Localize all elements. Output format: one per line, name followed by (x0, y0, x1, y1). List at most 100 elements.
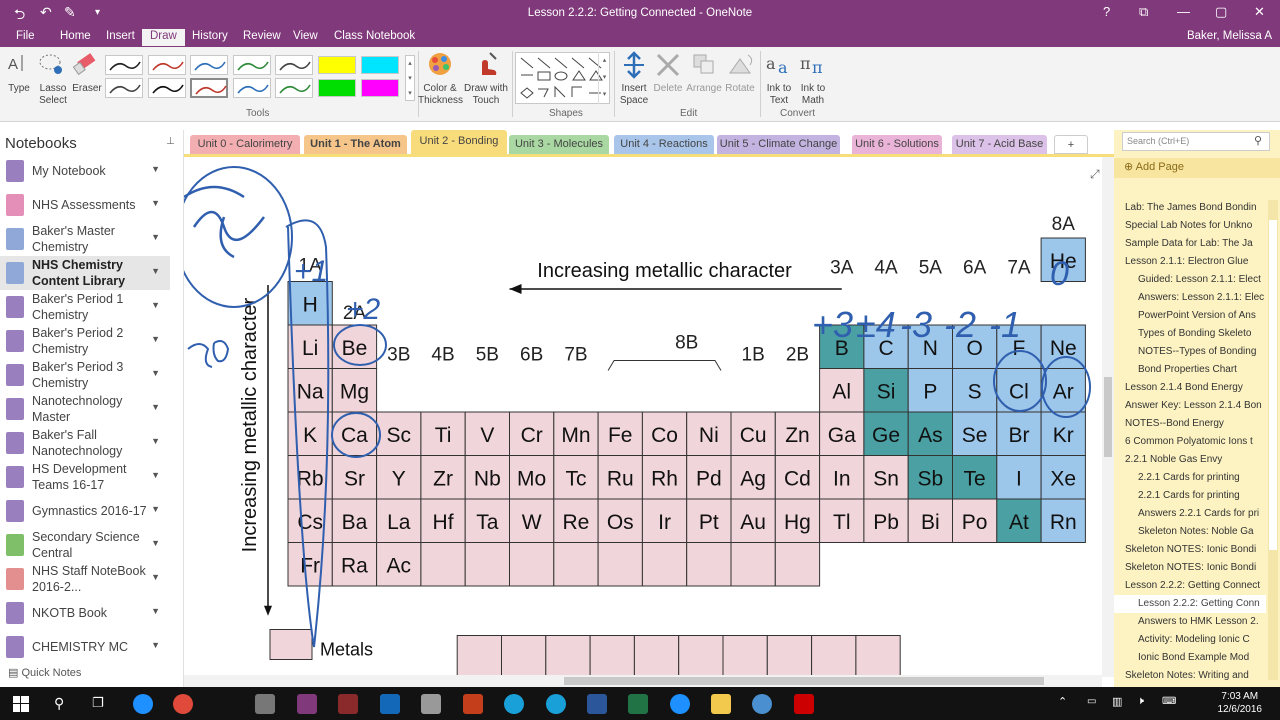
pen-swatch[interactable] (233, 78, 271, 98)
expand-icon[interactable]: ⤢ (1090, 167, 1100, 182)
page-item[interactable]: Sample Data for Lab: The Ja (1114, 235, 1266, 253)
ink-to-math-button[interactable]: ππ Ink to Math (797, 51, 829, 107)
color-thickness-button[interactable]: Color & Thickness (418, 51, 463, 107)
pen-swatch[interactable] (275, 78, 313, 98)
section-tab[interactable]: + (1054, 135, 1088, 154)
notebook-item[interactable]: NHS Staff NoteBook 2016-2... ▼ (0, 562, 170, 596)
pen-swatch[interactable] (190, 78, 228, 98)
page-item[interactable]: Answers: Lesson 2.1.1: Elec (1114, 289, 1266, 307)
page-item[interactable]: Answers 2.2.1 Cards for pri (1114, 505, 1266, 523)
page-item[interactable]: Answer Key: Lesson 2.1.4 Bon (1114, 397, 1266, 415)
page-item[interactable]: 2.2.1 Cards for printing (1114, 487, 1266, 505)
pen-swatch[interactable] (148, 55, 186, 75)
excel-icon[interactable] (628, 694, 648, 714)
menu-insert[interactable]: Insert (106, 30, 135, 42)
help-button[interactable]: ? (1103, 4, 1110, 19)
menu-review[interactable]: Review (243, 30, 281, 42)
page-item[interactable]: Lab: The James Bond Bondin (1114, 199, 1266, 217)
chevron-down-icon[interactable]: ▼ (151, 504, 160, 514)
shapes-gallery[interactable] (515, 52, 610, 104)
chrome-icon[interactable] (173, 694, 193, 714)
tray-chevron-icon[interactable]: ⌃ (1058, 695, 1067, 708)
page-item[interactable]: Activity: Modeling Ionic C (1114, 631, 1266, 649)
notebook-item[interactable]: Secondary Science Central ▼ (0, 528, 170, 562)
type-tool[interactable]: A Type (4, 51, 34, 101)
section-tab[interactable]: Unit 5 - Climate Change (717, 135, 840, 154)
chevron-down-icon[interactable]: ▼ (151, 232, 160, 242)
notebook-item[interactable]: Nanotechnology Master ▼ (0, 392, 170, 426)
media-icon[interactable] (338, 694, 358, 714)
notebook-item[interactable]: Baker's Period 2 Chemistry ▼ (0, 324, 170, 358)
canvas-hscrollbar[interactable] (184, 675, 1102, 687)
search-input[interactable]: Search (Ctrl+E) (1122, 132, 1270, 151)
onenote-icon[interactable] (297, 694, 317, 714)
pen-swatch[interactable] (148, 78, 186, 98)
ribbon-display-button[interactable]: ⧉ (1139, 4, 1148, 20)
close-button[interactable]: ✕ (1254, 4, 1265, 20)
outlook-icon[interactable] (380, 694, 400, 714)
page-item[interactable]: Lesson 2.1.1: Electron Glue (1114, 253, 1266, 271)
pen-swatch[interactable] (275, 55, 313, 75)
chevron-down-icon[interactable]: ▼ (151, 300, 160, 310)
ink-to-text-button[interactable]: aa Ink to Text (763, 51, 795, 107)
highlighter-swatch[interactable] (361, 79, 399, 97)
page-canvas[interactable]: ⤢ H Li Be B C N O F Ne He Na Mg Al Si P S Cl Ar K Ca Sc Ti V Cr… (184, 154, 1114, 687)
quick-notes[interactable]: ▤ Quick Notes (8, 666, 81, 679)
notebook-item[interactable]: Baker's Period 1 Chemistry ▼ (0, 290, 170, 324)
pen-swatch[interactable] (233, 55, 271, 75)
page-item[interactable]: Skeleton NOTES: Ionic Bondi (1114, 559, 1266, 577)
page-item[interactable]: NOTES--Types of Bonding (1114, 343, 1266, 361)
delete-button[interactable]: Delete (652, 51, 684, 107)
ie-icon[interactable] (670, 694, 690, 714)
search-icon[interactable]: ⚲ (1254, 134, 1262, 147)
highlighter-swatch[interactable] (361, 56, 399, 74)
app-icon[interactable] (255, 694, 275, 714)
rotate-button[interactable]: Rotate (722, 51, 758, 107)
language-icon[interactable]: ⌨ (1162, 696, 1176, 707)
page-item[interactable]: 6 Common Polyatomic Ions t (1114, 433, 1266, 451)
maximize-button[interactable]: ▢ (1215, 4, 1227, 20)
lasso-select-tool[interactable]: Lasso Select (36, 51, 70, 107)
chevron-down-icon[interactable]: ▼ (151, 606, 160, 616)
page-item[interactable]: Bond Properties Chart (1114, 361, 1266, 379)
chevron-down-icon[interactable]: ▼ (151, 470, 160, 480)
search-taskbar-icon[interactable]: ⚲ (54, 695, 64, 712)
notebook-item[interactable]: HS Development Teams 16-17 ▼ (0, 460, 170, 494)
minimize-button[interactable]: — (1177, 4, 1190, 19)
explorer-icon[interactable] (711, 694, 731, 714)
notebook-item[interactable]: Baker's Period 3 Chemistry ▼ (0, 358, 170, 392)
scroll-thumb[interactable] (1104, 377, 1112, 457)
notebook-item[interactable]: NHS Chemistry Content Library ▼ (0, 256, 170, 290)
page-item[interactable]: Lesson 2.2.2: Getting Conn (1114, 595, 1266, 613)
menu-home[interactable]: Home (60, 30, 91, 42)
hscroll-thumb[interactable] (564, 677, 1044, 685)
page-item[interactable]: Types of Bonding Skeleto (1114, 325, 1266, 343)
page-item[interactable]: NOTES--Bond Energy (1114, 415, 1266, 433)
eraser-tool[interactable]: Eraser (72, 51, 102, 101)
page-item[interactable]: Lesson 2.2.2: Getting Connect (1114, 577, 1266, 595)
section-tab[interactable]: Unit 0 - Calorimetry (190, 135, 300, 154)
page-item[interactable]: Guided: Lesson 2.1.1: Elect (1114, 271, 1266, 289)
menu-view[interactable]: View (293, 30, 318, 42)
notebook-item[interactable]: CHEMISTRY MC ▼ (0, 630, 170, 664)
chevron-down-icon[interactable]: ▼ (151, 266, 160, 276)
section-tab[interactable]: Unit 4 - Reactions (614, 135, 714, 154)
network-icon[interactable]: ▥ (1112, 695, 1122, 708)
section-tab[interactable]: Unit 2 - Bonding (411, 130, 507, 154)
arrange-button[interactable]: Arrange (686, 51, 722, 107)
notebook-item[interactable]: Baker's Fall Nanotechnology ▼ (0, 426, 170, 460)
clock[interactable]: 7:03 AM 12/6/2016 (1218, 690, 1263, 716)
task-view-icon[interactable]: ❐ (92, 695, 104, 711)
store-icon[interactable] (421, 694, 441, 714)
chevron-down-icon[interactable]: ▼ (151, 164, 160, 174)
chevron-down-icon[interactable]: ▼ (151, 640, 160, 650)
canvas-scrollbar[interactable] (1102, 157, 1114, 677)
highlighter-swatch[interactable] (318, 56, 356, 74)
chevron-down-icon[interactable]: ▼ (151, 334, 160, 344)
menu-history[interactable]: History (192, 30, 228, 42)
add-page-button[interactable]: ⊕ Add Page (1114, 158, 1280, 178)
pen-swatch[interactable] (190, 55, 228, 75)
pages-scrollbar[interactable] (1268, 200, 1278, 680)
volume-icon[interactable]: 🕨 (1137, 695, 1144, 708)
pen-swatch[interactable] (105, 55, 143, 75)
